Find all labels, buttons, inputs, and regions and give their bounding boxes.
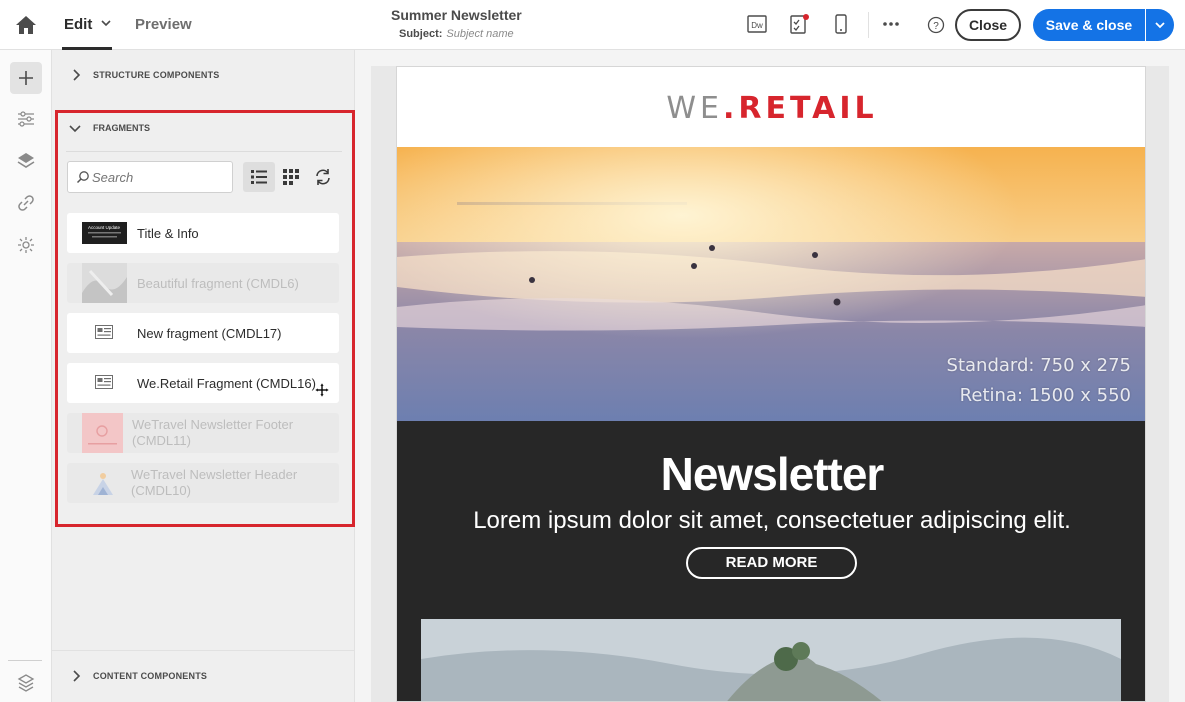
newsletter-subtitle: Lorem ipsum dolor sit amet, consectetuer…	[473, 507, 1071, 534]
fragment-item[interactable]: Account Update Title & Info	[67, 213, 339, 253]
logo-we: WE	[666, 91, 723, 126]
chevron-right-icon	[73, 670, 81, 682]
dreamweaver-icon[interactable]: Dw	[746, 13, 768, 35]
chevron-down-icon	[1155, 22, 1165, 29]
fragment-name: WeTravel Newsletter Footer (CMDL11)	[132, 417, 294, 448]
fragment-thumbnail	[93, 473, 113, 495]
fragment-name: We.Retail Fragment (CMDL16)	[137, 376, 316, 391]
read-more-button[interactable]: READ MORE	[686, 547, 857, 579]
document-title: Summer Newsletter	[391, 7, 522, 23]
close-button[interactable]: Close	[955, 9, 1021, 41]
hero-caption-standard: Standard: 750 x 275	[946, 355, 1131, 376]
fragment-thumbnail-title: Account Update	[88, 225, 121, 230]
more-icon[interactable]	[880, 13, 902, 35]
structure-components-section[interactable]: STRUCTURE COMPONENTS	[52, 50, 355, 100]
fragment-thumbnail	[82, 263, 127, 303]
document-subject[interactable]: Subject: Subject name	[399, 28, 514, 40]
grid-view-button[interactable]	[275, 162, 307, 192]
layers-icon[interactable]	[15, 150, 37, 172]
refresh-icon	[316, 169, 330, 185]
secondary-image[interactable]	[421, 619, 1121, 701]
chevron-down-icon	[69, 125, 81, 133]
content-components-section[interactable]: CONTENT COMPONENTS	[52, 651, 355, 701]
fragments-section: FRAGMENTS Accou	[55, 110, 355, 527]
svg-text:?: ?	[933, 21, 939, 32]
list-view-button[interactable]	[243, 162, 275, 192]
hero-caption-retina: Retina: 1500 x 550	[959, 385, 1131, 406]
fragment-name: Beautiful fragment (CMDL6)	[137, 276, 299, 291]
chevron-right-icon	[73, 69, 81, 81]
fragment-item[interactable]: New fragment (CMDL17)	[67, 313, 339, 353]
tab-edit[interactable]: Edit	[64, 16, 92, 33]
subject-value[interactable]: Subject name	[446, 28, 513, 40]
fragment-item: WeTravel Newsletter Header (CMDL10)	[67, 463, 339, 503]
chevron-down-icon[interactable]	[100, 17, 112, 29]
fragments-header[interactable]: FRAGMENTS	[58, 113, 352, 143]
brand-logo: WE.RETAIL	[397, 91, 1145, 126]
structure-components-label: STRUCTURE COMPONENTS	[93, 70, 220, 80]
newsletter-block[interactable]: Newsletter Lorem ipsum dolor sit amet, c…	[397, 421, 1145, 701]
plus-icon[interactable]	[15, 67, 37, 89]
fragment-name: Title & Info	[137, 226, 199, 241]
save-options-dropdown[interactable]	[1146, 9, 1174, 41]
fragment-thumbnail: Account Update	[82, 222, 127, 244]
subject-label: Subject:	[399, 28, 443, 40]
personalization-icon[interactable]	[15, 234, 37, 256]
save-close-button[interactable]: Save & close	[1033, 9, 1145, 41]
logo-dot: .	[722, 91, 739, 126]
toolbar-divider	[868, 12, 869, 38]
top-bar: Edit Preview Summer Newsletter Subject: S…	[0, 0, 1185, 50]
grid-view-icon	[283, 169, 299, 185]
list-view-icon	[251, 170, 267, 184]
fragment-item: Beautiful fragment (CMDL6)	[67, 263, 339, 303]
search-icon	[76, 171, 89, 184]
email-preview[interactable]: WE.RETAIL Standard: 750 x 275 Retina: 15…	[396, 66, 1146, 702]
refresh-button[interactable]	[307, 162, 339, 192]
surfers-photo	[397, 147, 1145, 421]
fragment-item[interactable]: We.Retail Fragment (CMDL16)	[67, 363, 339, 403]
fragment-item: WeTravel Newsletter Footer (CMDL11)	[67, 413, 339, 453]
logo-retail: RETAIL	[738, 91, 878, 126]
mobile-icon[interactable]	[830, 13, 852, 35]
fragment-icon	[95, 325, 113, 339]
fragments-label: FRAGMENTS	[93, 123, 150, 133]
checklist-icon[interactable]	[788, 13, 810, 35]
newsletter-title: Newsletter	[660, 448, 885, 500]
tab-preview[interactable]: Preview	[135, 16, 192, 33]
search-input[interactable]	[92, 168, 222, 186]
fragment-name: WeTravel Newsletter Header (CMDL10)	[131, 467, 298, 498]
dreamweaver-icon-label: Dw	[751, 21, 763, 30]
left-rail	[0, 50, 52, 702]
fragment-icon	[95, 375, 113, 389]
help-icon[interactable]: ?	[925, 13, 947, 35]
settings-icon[interactable]	[15, 671, 37, 693]
content-components-label: CONTENT COMPONENTS	[93, 671, 208, 681]
fragment-thumbnail	[82, 413, 123, 453]
move-cursor-icon	[314, 382, 330, 398]
home-icon[interactable]	[13, 13, 39, 37]
hero-image[interactable]: Standard: 750 x 275 Retina: 1500 x 550	[397, 147, 1145, 421]
fragment-name: New fragment (CMDL17)	[137, 326, 282, 341]
search-field[interactable]	[67, 161, 233, 193]
fragments-divider	[66, 151, 342, 152]
sliders-icon[interactable]	[15, 108, 37, 130]
landscape-photo	[421, 619, 1121, 701]
rail-divider	[8, 660, 42, 661]
link-icon[interactable]	[15, 192, 37, 214]
